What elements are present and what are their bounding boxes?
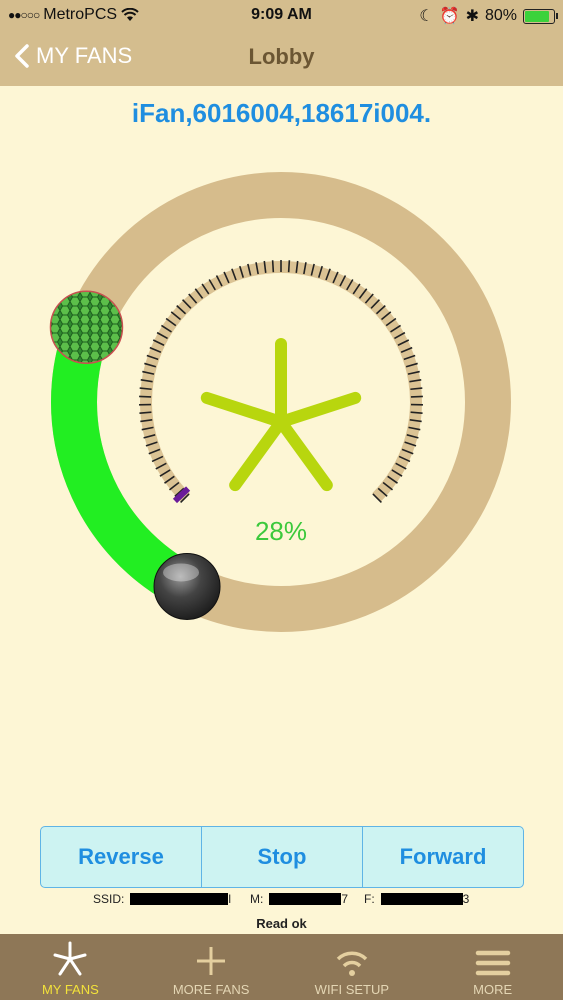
menu-icon: [475, 950, 510, 976]
m-info: M: 7: [250, 892, 348, 906]
speed-handle-mesh[interactable]: [49, 290, 124, 364]
tab-more-fans-label: MORE FANS: [172, 982, 250, 997]
m-label: M:: [250, 892, 264, 906]
speed-arc: [51, 323, 198, 607]
connection-info: SSID: l M: 7 F: 3: [0, 892, 563, 910]
gauge-tick: [271, 260, 275, 273]
tab-bar: MY FANS MORE FANS WIFI SETUP MORE: [0, 934, 563, 1000]
fan-speed-dial[interactable]: 28%: [0, 0, 563, 820]
tab-my-fans[interactable]: MY FANS: [0, 934, 141, 1000]
ssid-redacted: [130, 893, 229, 905]
fan-blade: [275, 416, 333, 492]
fan-star-icon: [200, 338, 362, 492]
ssid-info: SSID: l: [93, 892, 231, 906]
stop-button[interactable]: Stop: [201, 827, 362, 887]
gauge-tick: [139, 411, 152, 414]
fan-blade: [229, 416, 287, 492]
wifi-icon: [336, 951, 368, 976]
f-info: F: 3: [364, 892, 469, 906]
f-redacted: [380, 893, 463, 905]
fan-speed-percent: 28%: [255, 516, 307, 546]
ssid-label: SSID:: [93, 892, 125, 906]
star-fan-icon: [53, 941, 87, 976]
speed-knob[interactable]: [153, 552, 221, 620]
ssid-suffix: l: [228, 892, 232, 906]
gauge-tick: [410, 411, 423, 414]
tab-more[interactable]: MORE: [422, 934, 563, 1000]
tab-my-fans-label: MY FANS: [41, 982, 99, 997]
tab-more-fans[interactable]: MORE FANS: [141, 934, 282, 1000]
tab-wifi-setup[interactable]: WIFI SETUP: [282, 934, 423, 1000]
f-suffix: 3: [462, 892, 470, 906]
plus-icon: [197, 947, 226, 975]
tab-more-label: MORE: [473, 982, 513, 997]
fan-blade: [200, 391, 287, 428]
gauge-tick: [287, 260, 291, 273]
direction-controls: Reverse Stop Forward: [40, 826, 524, 888]
speed-knob-highlight: [163, 563, 200, 582]
reverse-button[interactable]: Reverse: [41, 827, 201, 887]
forward-button[interactable]: Forward: [362, 827, 523, 887]
m-suffix: 7: [341, 892, 349, 906]
tab-wifi-setup-label: WIFI SETUP: [314, 982, 390, 997]
f-label: F:: [364, 892, 375, 906]
fan-blade: [275, 391, 362, 428]
read-status: Read ok: [256, 916, 307, 931]
m-redacted: [269, 893, 342, 905]
